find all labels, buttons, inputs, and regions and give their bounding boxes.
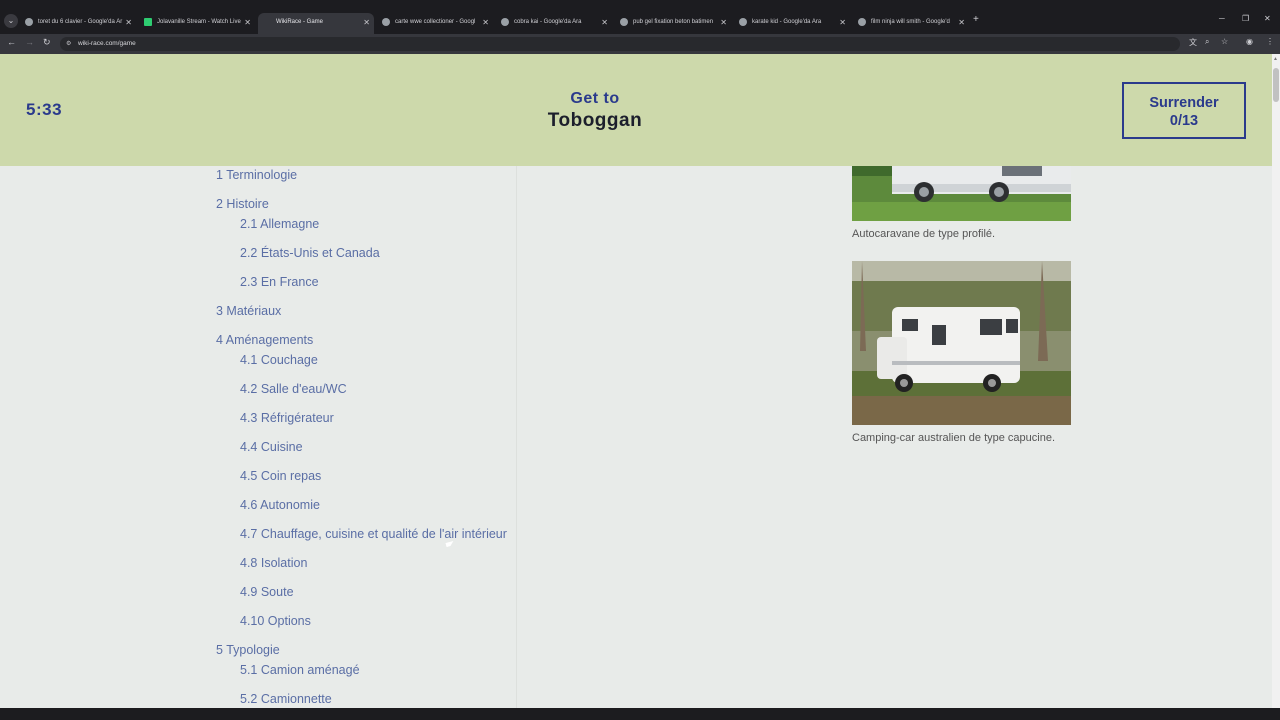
profile-icon[interactable]: ◉ xyxy=(1246,37,1253,46)
browser-tab[interactable]: pub gel fixation beton batimen ✕ xyxy=(615,13,731,34)
toc-link[interactable]: 5.1 Camion aménagé xyxy=(240,663,360,677)
page-content: 1 Terminologie 2 Histoire 2.1 Allemagne … xyxy=(0,54,1272,708)
tab-title: film ninja will smith - Google'd xyxy=(871,19,950,25)
game-header: 5:33 Get to Toboggan Surrender 0/13 xyxy=(0,54,1272,166)
minimize-icon[interactable]: ─ xyxy=(1219,14,1225,23)
close-tab-icon[interactable]: ✕ xyxy=(482,13,489,32)
tab-title: karate kid - Google'da Ara xyxy=(752,19,822,25)
toc-link[interactable]: 2 Histoire xyxy=(216,197,269,211)
translate-icon[interactable]: 文 xyxy=(1189,37,1197,48)
google-icon xyxy=(382,18,390,26)
tab-title: carte wwe collectioner - Googl xyxy=(395,19,476,25)
tab-title: WikiRace - Game xyxy=(276,19,324,25)
close-tab-icon[interactable]: ✕ xyxy=(839,13,846,32)
bookmark-star-icon[interactable]: ☆ xyxy=(1221,37,1228,46)
reload-icon[interactable]: ↻ xyxy=(43,37,51,48)
toc-link[interactable]: 1 Terminologie xyxy=(216,168,297,182)
kick-icon xyxy=(144,18,152,26)
google-icon xyxy=(620,18,628,26)
browser-tab[interactable]: karate kid - Google'da Ara ✕ xyxy=(734,13,850,34)
tab-title: cobra kai - Google'da Ara xyxy=(514,19,582,25)
toc-link[interactable]: 4.10 Options xyxy=(240,614,311,628)
toc-link[interactable]: 2.3 En France xyxy=(240,275,319,289)
toc-link[interactable]: 4.2 Salle d'eau/WC xyxy=(240,382,347,396)
back-icon[interactable]: ← xyxy=(7,37,16,47)
progress-count: 0/13 xyxy=(1169,113,1199,129)
toc-divider xyxy=(516,166,517,708)
close-tab-icon[interactable]: ✕ xyxy=(244,13,251,32)
toc-link[interactable]: 4.8 Isolation xyxy=(240,556,307,570)
tab-search-icon[interactable]: ⌄ xyxy=(4,14,18,28)
close-tab-icon[interactable]: ✕ xyxy=(601,13,608,32)
toc-link[interactable]: 4.3 Réfrigérateur xyxy=(240,411,334,425)
tab-title: pub gel fixation beton batimen xyxy=(633,19,714,25)
toc-link[interactable]: 2.2 États-Unis et Canada xyxy=(240,246,380,260)
toc-link[interactable]: 5.2 Camionnette xyxy=(240,692,332,706)
toc-link[interactable]: 4.5 Coin repas xyxy=(240,469,321,483)
toc-link[interactable]: 4.6 Autonomie xyxy=(240,498,320,512)
window-bottom-edge xyxy=(0,708,1280,720)
close-tab-icon[interactable]: ✕ xyxy=(363,13,370,32)
goal-label: Get to xyxy=(570,90,620,107)
google-icon xyxy=(739,18,747,26)
surrender-button[interactable]: Surrender 0/13 xyxy=(1122,82,1246,139)
browser-tab[interactable]: film ninja will smith - Google'd ✕ xyxy=(853,13,969,34)
toc-link[interactable]: 3 Matériaux xyxy=(216,304,281,318)
google-icon xyxy=(501,18,509,26)
mouse-cursor xyxy=(445,541,455,547)
browser-tab[interactable]: Jolavanille Stream - Watch Live ✕ xyxy=(139,13,255,34)
tab-title: Jolavanille Stream - Watch Live xyxy=(157,19,241,25)
scroll-up-arrow-icon[interactable]: ▲ xyxy=(1273,56,1278,62)
zoom-icon[interactable]: ⌕ xyxy=(1205,37,1209,47)
restore-icon[interactable]: ❐ xyxy=(1242,14,1249,23)
toc-link[interactable]: 4.1 Couchage xyxy=(240,353,318,367)
toc-link[interactable]: 4.9 Soute xyxy=(240,585,294,599)
google-icon xyxy=(858,18,866,26)
close-tab-icon[interactable]: ✕ xyxy=(720,13,727,32)
google-icon xyxy=(25,18,33,26)
address-bar[interactable]: ⚙ wiki-race.com/game xyxy=(60,37,1180,51)
tab-title: toret du 6 clavier - Google'da Ar xyxy=(38,19,123,25)
goal-target: Toboggan xyxy=(547,110,643,131)
browser-tab[interactable]: cobra kai - Google'da Ara ✕ xyxy=(496,13,612,34)
site-info-icon[interactable]: ⚙ xyxy=(66,37,71,51)
figure-caption: Camping-car australien de type capucine. xyxy=(852,432,1056,444)
window-close-icon[interactable]: ✕ xyxy=(1264,14,1271,23)
toc-link[interactable]: 2.1 Allemagne xyxy=(240,217,319,231)
scrollbar-thumb[interactable] xyxy=(1273,68,1279,102)
url-text: wiki-race.com/game xyxy=(78,40,136,47)
new-tab-icon[interactable]: + xyxy=(973,14,979,25)
figure-caption: Autocaravane de type profilé. xyxy=(852,228,996,240)
motorhome-photo[interactable] xyxy=(852,261,1071,425)
page-scrollbar[interactable]: ▲ xyxy=(1272,54,1280,708)
browser-toolbar: ← → ↻ ⚙ wiki-race.com/game 文 ⌕ ☆ ◉ ⋮ xyxy=(0,34,1280,54)
menu-dots-icon[interactable]: ⋮ xyxy=(1266,37,1274,46)
toc-link[interactable]: 4 Aménagements xyxy=(216,333,313,347)
close-tab-icon[interactable]: ✕ xyxy=(958,13,965,32)
close-tab-icon[interactable]: ✕ xyxy=(125,13,132,32)
browser-tab-bar: ⌄ toret du 6 clavier - Google'da Ar ✕ Jo… xyxy=(0,0,1280,34)
surrender-label: Surrender xyxy=(1149,95,1219,111)
toc-link[interactable]: 5 Typologie xyxy=(216,643,280,657)
toc-link[interactable]: 4.7 Chauffage, cuisine et qualité de l'a… xyxy=(240,527,507,541)
browser-tab-active[interactable]: WikiRace - Game ✕ xyxy=(258,13,374,34)
browser-tab[interactable]: toret du 6 clavier - Google'da Ar ✕ xyxy=(20,13,136,34)
toc-link[interactable]: 4.4 Cuisine xyxy=(240,440,303,454)
forward-icon[interactable]: → xyxy=(25,37,34,47)
browser-tab[interactable]: carte wwe collectioner - Googl ✕ xyxy=(377,13,493,34)
